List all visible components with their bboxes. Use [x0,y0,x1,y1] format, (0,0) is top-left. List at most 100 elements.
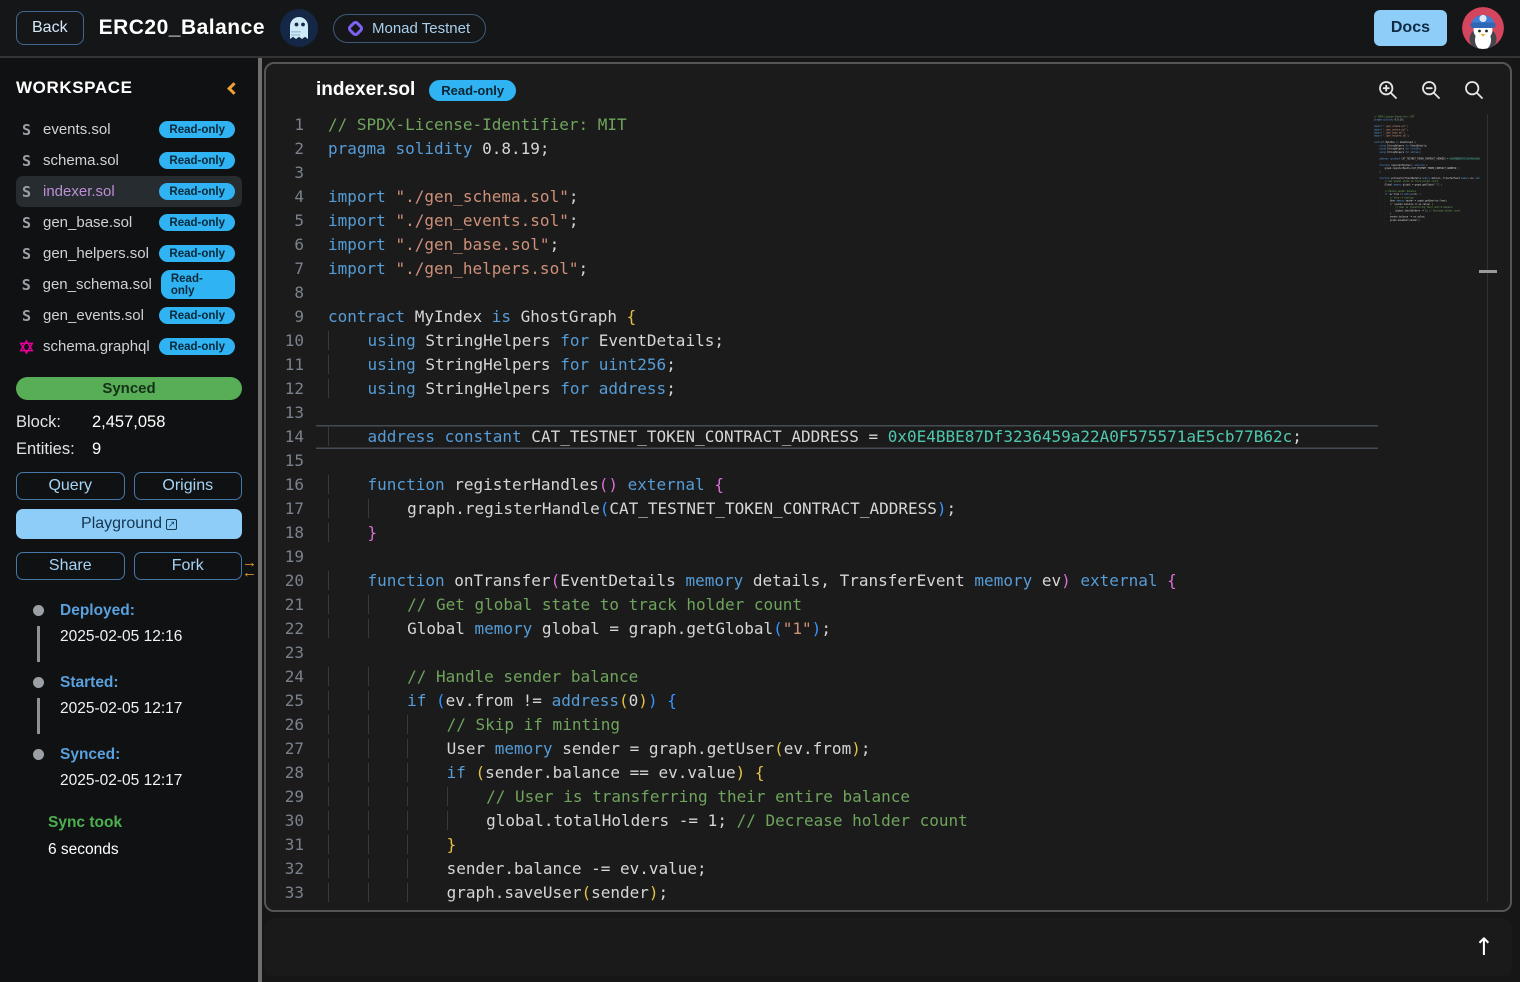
file-item-gen_base.sol[interactable]: Sgen_base.solRead-only [16,207,242,238]
line-content: graph.saveUser(sender); [328,881,1510,905]
query-button[interactable]: Query [16,472,125,500]
line-number: 17 [266,497,328,521]
code-line-20[interactable]: 20 function onTransfer(EventDetails memo… [266,569,1510,593]
file-item-gen_schema.sol[interactable]: Sgen_schema.solRead-only [16,269,242,300]
collapse-sidebar-icon[interactable] [227,82,240,95]
line-number: 6 [266,233,328,257]
sync-took-value: 6 seconds [48,841,242,859]
expand-console-button[interactable]: ↑ [1474,935,1494,959]
line-content: address constant CAT_TESTNET_TOKEN_CONTR… [316,425,1378,449]
code-line-22[interactable]: 22 Global memory global = graph.getGloba… [266,617,1510,641]
code-line-30[interactable]: 30 global.totalHolders -= 1; // Decrease… [266,809,1510,833]
code-line-29[interactable]: 29 // User is transferring their entire … [266,785,1510,809]
code-area[interactable]: 1// SPDX-License-Identifier: MIT2pragma … [266,110,1510,910]
line-content: contract MyIndex is GhostGraph { [328,305,1510,329]
code-line-21[interactable]: 21 // Get global state to track holder c… [266,593,1510,617]
file-item-indexer.sol[interactable]: Sindexer.solRead-only [16,176,242,207]
code-line-18[interactable]: 18 } [266,521,1510,545]
code-line-23[interactable]: 23 [266,641,1510,665]
scrollbar-track[interactable] [1487,114,1488,902]
fork-button[interactable]: Fork [134,552,243,580]
file-name: indexer.sol [43,183,115,200]
user-avatar[interactable] [1462,7,1504,49]
project-title: ERC20_Balance [99,16,265,40]
code-line-31[interactable]: 31 } [266,833,1510,857]
timeline-dot [33,677,44,688]
timeline-date: 2025-02-05 12:17 [60,700,242,718]
code-line-12[interactable]: 12 using StringHelpers for address; [266,377,1510,401]
line-content: import "./gen_base.sol"; [328,233,1510,257]
read-only-badge: Read-only [159,152,235,169]
code-line-24[interactable]: 24 // Handle sender balance [266,665,1510,689]
code-lines: 1// SPDX-License-Identifier: MIT2pragma … [266,113,1510,905]
line-content: import "./gen_events.sol"; [328,209,1510,233]
sync-duration: Sync took 6 seconds [48,814,242,859]
zoom-in-icon[interactable] [1378,80,1398,100]
code-line-27[interactable]: 27 User memory sender = graph.getUser(ev… [266,737,1510,761]
code-line-8[interactable]: 8 [266,281,1510,305]
code-line-25[interactable]: 25 if (ev.from != address(0)) { [266,689,1510,713]
code-line-26[interactable]: 26 // Skip if minting [266,713,1510,737]
file-name: gen_base.sol [43,214,132,231]
playground-button[interactable]: Playground↗ [16,509,242,539]
code-line-15[interactable]: 15 [266,449,1510,473]
code-line-11[interactable]: 11 using StringHelpers for uint256; [266,353,1510,377]
back-button[interactable]: Back [16,11,84,45]
file-item-schema.sol[interactable]: Sschema.solRead-only [16,145,242,176]
line-content [328,401,1510,425]
code-line-9[interactable]: 9contract MyIndex is GhostGraph { [266,305,1510,329]
line-number: 7 [266,257,328,281]
code-line-16[interactable]: 16 function registerHandles() external { [266,473,1510,497]
code-line-2[interactable]: 2pragma solidity 0.8.19; [266,137,1510,161]
file-item-gen_helpers.sol[interactable]: Sgen_helpers.solRead-only [16,238,242,269]
code-line-13[interactable]: 13 [266,401,1510,425]
solidity-file-icon: S [19,276,34,294]
code-line-14[interactable]: 14 address constant CAT_TESTNET_TOKEN_CO… [266,425,1510,449]
graphql-file-icon [19,339,34,355]
code-line-10[interactable]: 10 using StringHelpers for EventDetails; [266,329,1510,353]
panel-divider[interactable]: →← [258,58,262,982]
sync-status-pill[interactable]: Synced [16,377,242,400]
solidity-file-icon: S [19,307,34,325]
scrollbar-thumb[interactable] [1479,270,1497,273]
line-number: 5 [266,209,328,233]
docs-button[interactable]: Docs [1374,10,1447,46]
origins-button[interactable]: Origins [134,472,243,500]
top-bar: Back ERC20_Balance Monad Testnet Docs [0,0,1520,58]
line-content: } [328,521,1510,545]
line-content: function onTransfer(EventDetails memory … [328,569,1510,593]
code-line-6[interactable]: 6import "./gen_base.sol"; [266,233,1510,257]
resize-handle-icon[interactable]: →← [242,558,257,578]
line-content: import "./gen_helpers.sol"; [328,257,1510,281]
share-button[interactable]: Share [16,552,125,580]
code-line-3[interactable]: 3 [266,161,1510,185]
code-line-17[interactable]: 17 graph.registerHandle(CAT_TESTNET_TOKE… [266,497,1510,521]
code-line-1[interactable]: 1// SPDX-License-Identifier: MIT [266,113,1510,137]
line-number: 22 [266,617,328,641]
minimap[interactable]: // SPDX-License-Identifier: MITpragma so… [1374,115,1480,260]
solidity-file-icon: S [19,121,34,139]
network-badge[interactable]: Monad Testnet [333,14,486,43]
file-item-gen_events.sol[interactable]: Sgen_events.solRead-only [16,300,242,331]
code-line-4[interactable]: 4import "./gen_schema.sol"; [266,185,1510,209]
read-only-badge: Read-only [159,307,235,324]
zoom-out-icon[interactable] [1421,80,1441,100]
editor-header: indexer.sol Read-only [266,64,1510,110]
timeline-item: Deployed:2025-02-05 12:16 [16,602,242,674]
line-number: 28 [266,761,328,785]
line-number: 2 [266,137,328,161]
line-content [328,641,1510,665]
line-content: using StringHelpers for EventDetails; [328,329,1510,353]
line-content: // Get global state to track holder coun… [328,593,1510,617]
file-item-schema.graphql[interactable]: schema.graphqlRead-only [16,331,242,362]
line-number: 10 [266,329,328,353]
code-line-19[interactable]: 19 [266,545,1510,569]
code-line-5[interactable]: 5import "./gen_events.sol"; [266,209,1510,233]
code-line-7[interactable]: 7import "./gen_helpers.sol"; [266,257,1510,281]
code-line-32[interactable]: 32 sender.balance -= ev.value; [266,857,1510,881]
search-icon[interactable] [1464,80,1484,100]
monad-icon [346,19,364,37]
code-line-33[interactable]: 33 graph.saveUser(sender); [266,881,1510,905]
code-line-28[interactable]: 28 if (sender.balance == ev.value) { [266,761,1510,785]
file-item-events.sol[interactable]: Sevents.solRead-only [16,114,242,145]
